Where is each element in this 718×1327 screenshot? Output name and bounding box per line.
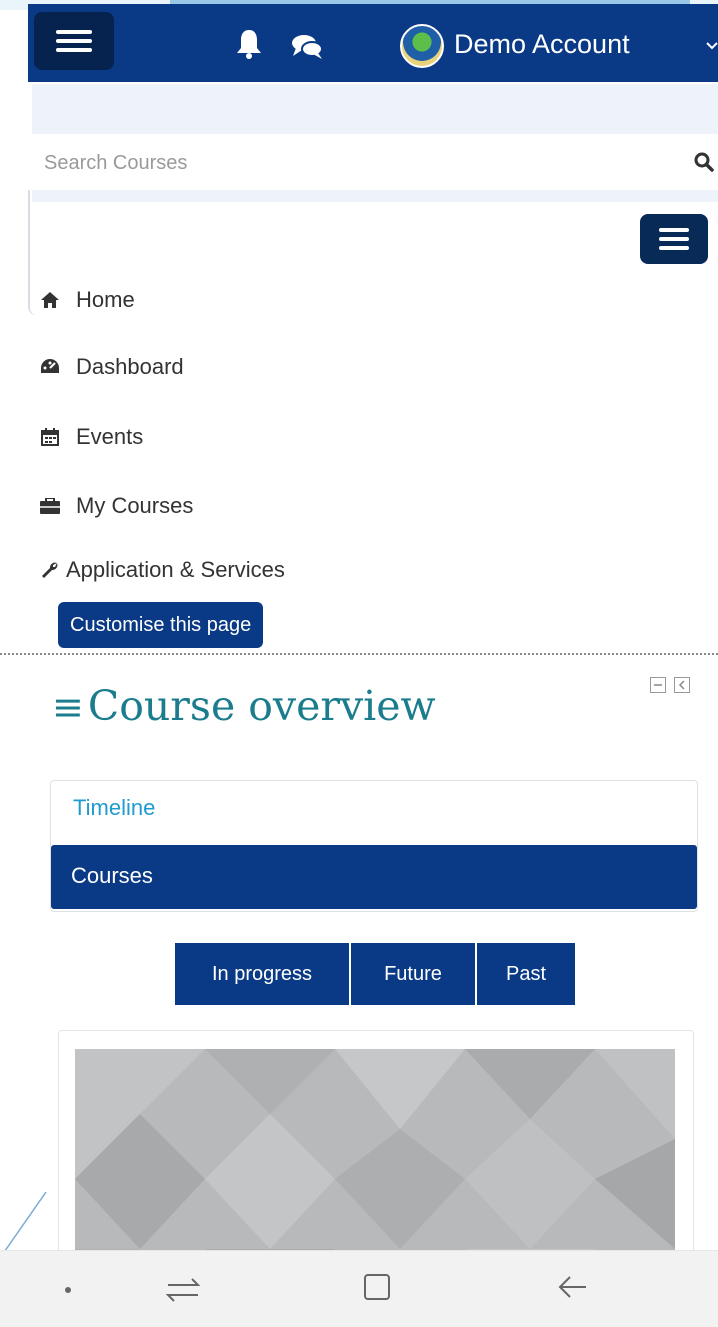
recents-icon[interactable]: [166, 1273, 200, 1305]
filter-in-progress-button[interactable]: In progress: [175, 943, 351, 1005]
back-arrow-icon[interactable]: [558, 1273, 588, 1301]
menu-toggle-button[interactable]: [640, 214, 708, 264]
subheader-band: [32, 84, 718, 134]
hamburger-icon: ≡: [52, 685, 84, 729]
search-bar: [32, 134, 718, 202]
home-icon: [38, 288, 62, 312]
dot-icon: [65, 1287, 71, 1293]
search-input[interactable]: [42, 142, 646, 184]
panel-edge: [28, 190, 36, 315]
customise-page-button[interactable]: Customise this page: [58, 602, 264, 648]
hamburger-icon: [659, 228, 689, 250]
filter-future-button[interactable]: Future: [351, 943, 477, 1005]
bell-icon[interactable]: [235, 28, 263, 60]
menu-item-label: My Courses: [76, 493, 194, 518]
briefcase-icon: [38, 494, 62, 518]
menu-item-home[interactable]: Home: [38, 280, 135, 320]
menu-item-label: Dashboard: [76, 354, 184, 379]
block-title-text: Course overview: [87, 682, 436, 730]
course-filter-group: In progress Future Past: [175, 943, 575, 1005]
collapse-block-icon[interactable]: [650, 677, 666, 693]
menu-item-application-services[interactable]: Application & Services: [38, 550, 285, 590]
search-icon[interactable]: [694, 152, 714, 172]
dashboard-icon: [38, 355, 62, 379]
tab-courses[interactable]: Courses: [51, 845, 697, 909]
dock-block-icon[interactable]: [674, 677, 690, 693]
course-image: [75, 1049, 675, 1279]
filter-past-button[interactable]: Past: [477, 943, 575, 1005]
system-nav-bar: [0, 1250, 718, 1327]
menu-item-events[interactable]: Events: [38, 417, 143, 457]
menu-item-label: Home: [76, 287, 135, 312]
wrench-icon: [38, 558, 62, 582]
menu-item-label: Events: [76, 424, 144, 449]
menu-item-label: Application & Services: [66, 557, 285, 582]
menu-item-my-courses[interactable]: My Courses: [38, 486, 193, 526]
block-title: ≡Course overview: [52, 676, 436, 737]
tab-timeline[interactable]: Timeline: [73, 795, 155, 821]
chevron-down-icon[interactable]: [706, 42, 718, 50]
tab-courses-label: Courses: [71, 863, 153, 888]
account-name[interactable]: Demo Account: [454, 24, 630, 64]
avatar-icon[interactable]: [400, 24, 444, 68]
menu-item-dashboard[interactable]: Dashboard: [38, 347, 184, 387]
chat-icon[interactable]: [290, 32, 324, 60]
home-square-icon[interactable]: [363, 1273, 391, 1301]
course-overview-tabs: Timeline Courses: [50, 780, 698, 912]
course-card[interactable]: [58, 1030, 694, 1279]
hamburger-icon: [56, 30, 92, 52]
divider: [0, 653, 718, 655]
calendar-icon: [38, 425, 62, 449]
nav-drawer-toggle-button[interactable]: [34, 12, 114, 70]
navbar: Demo Account: [28, 4, 718, 82]
